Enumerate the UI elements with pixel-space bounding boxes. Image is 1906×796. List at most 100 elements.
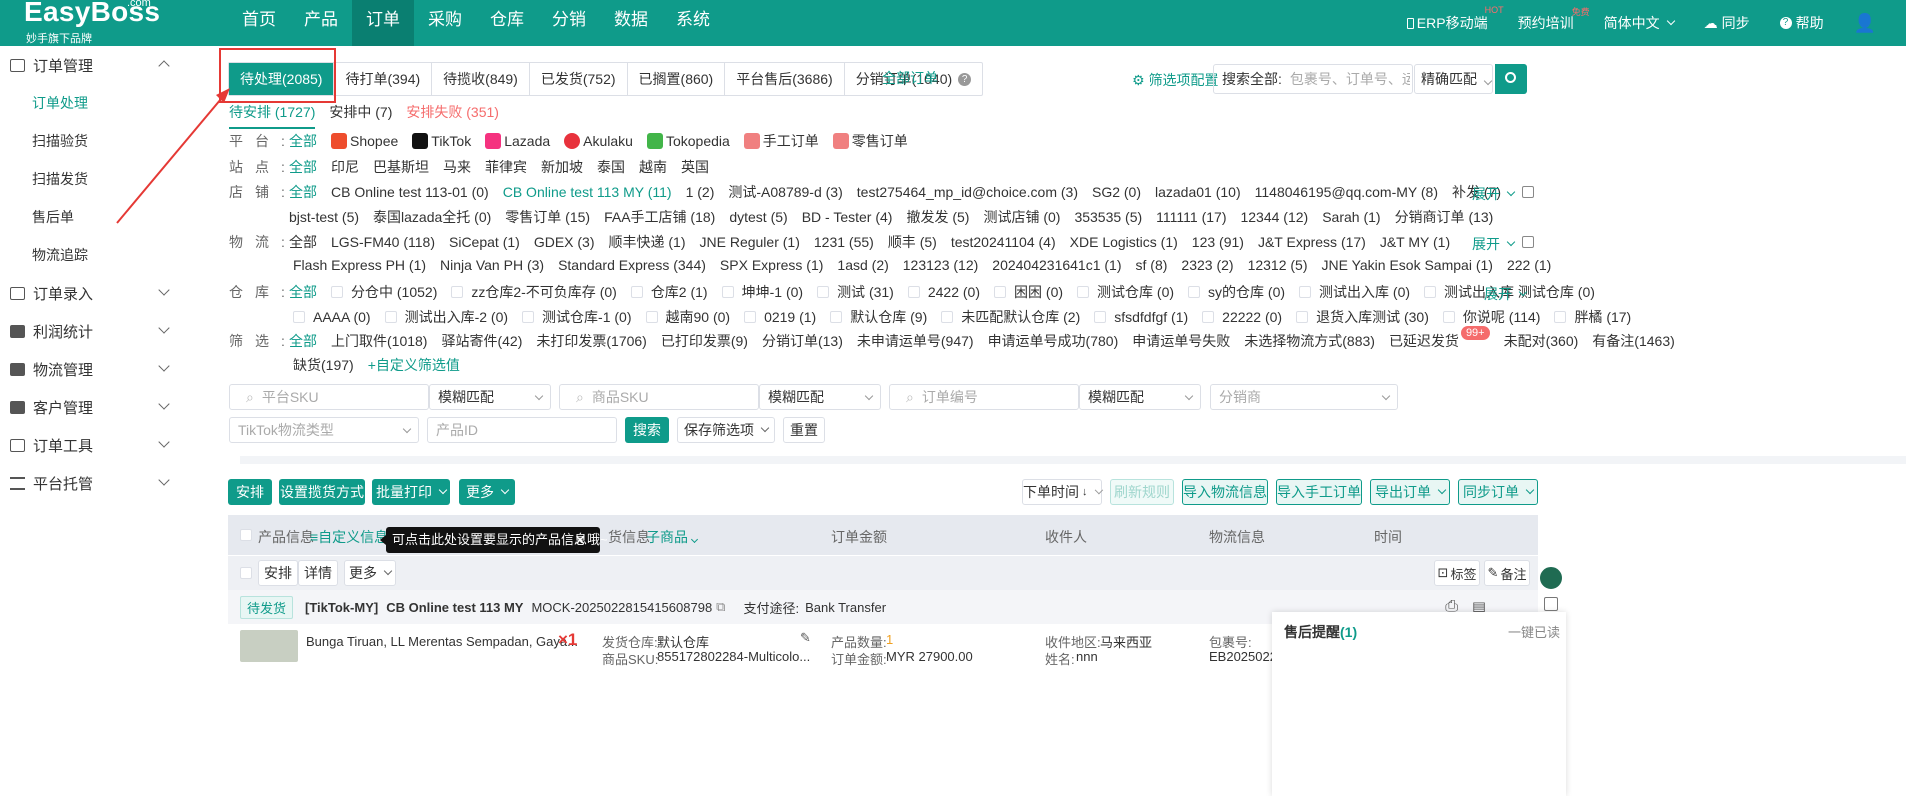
screen-item[interactable]: 申请运单号成功(780) bbox=[988, 331, 1119, 351]
screen-item[interactable]: 已打印发票(9) bbox=[661, 331, 748, 351]
row-more-button[interactable]: 更多 bbox=[344, 560, 396, 586]
shop-item[interactable]: Sarah (1) bbox=[1322, 209, 1380, 225]
order-time-sort[interactable]: 下单时间 ↓ bbox=[1022, 479, 1103, 505]
site-item[interactable]: 新加坡 bbox=[541, 157, 583, 177]
subtab-arrange-failed[interactable]: 安排失败 (351) bbox=[406, 102, 499, 129]
shop-item[interactable]: dytest (5) bbox=[729, 209, 787, 225]
sync-link[interactable]: ☁ 同步 bbox=[1704, 13, 1750, 33]
sidebar-group-order-tools[interactable]: 订单工具 bbox=[0, 426, 240, 464]
platform-sku-input[interactable]: ⌕ 平台SKU bbox=[229, 384, 429, 410]
warehouse-item[interactable]: 你说呢 (114) bbox=[1442, 307, 1540, 327]
copy-icon[interactable]: ⧉ bbox=[716, 599, 725, 615]
shop-item[interactable]: 泰国lazada全托 (0) bbox=[373, 207, 491, 227]
logistics-item[interactable]: 顺丰快递 (1) bbox=[609, 232, 686, 252]
logistics-item[interactable]: 顺丰 (5) bbox=[888, 232, 937, 252]
tag-button[interactable]: ⊡ 标签 bbox=[1434, 560, 1480, 586]
checkbox[interactable] bbox=[1077, 286, 1090, 298]
tab-to-print[interactable]: 待打单(394) bbox=[334, 63, 433, 95]
warehouse-item[interactable]: 未匹配默认仓库 (2) bbox=[941, 307, 1080, 327]
warehouse-item[interactable]: 测试仓库-1 (0) bbox=[522, 307, 632, 327]
shop-item[interactable]: 1148046195@qq.com-MY (8) bbox=[1255, 184, 1438, 200]
platform-akulaku[interactable]: Akulaku bbox=[564, 133, 633, 149]
checkbox[interactable] bbox=[1442, 311, 1455, 323]
nav-product[interactable]: 产品 bbox=[290, 0, 352, 46]
shop-item[interactable]: FAA手工店铺 (18) bbox=[604, 207, 715, 227]
platform-tiktok[interactable]: TikTok bbox=[412, 133, 471, 149]
edit-icon[interactable]: ✎ bbox=[800, 630, 811, 646]
site-item[interactable]: 泰国 bbox=[597, 157, 625, 177]
tab-shipped[interactable]: 已发货(752) bbox=[530, 63, 628, 95]
subtab-arranging[interactable]: 安排中 (7) bbox=[329, 102, 392, 129]
checkbox[interactable] bbox=[1188, 286, 1201, 298]
order-no-match-select[interactable]: 模糊匹配 bbox=[1079, 384, 1201, 410]
sidebar-item-order-processing[interactable]: 订单处理 bbox=[0, 84, 240, 122]
filter-search-button[interactable]: 搜索 bbox=[625, 417, 669, 443]
select-all-checkbox[interactable] bbox=[240, 529, 252, 541]
import-logistics-button[interactable]: 导入物流信息 bbox=[1182, 479, 1268, 505]
platform-all[interactable]: 全部 bbox=[289, 131, 317, 151]
screen-item[interactable]: 申请运单号失败 bbox=[1132, 331, 1230, 351]
platform-sku-match-select[interactable]: 模糊匹配 bbox=[429, 384, 551, 410]
platform-manual[interactable]: 手工订单 bbox=[743, 131, 819, 151]
help-link[interactable]: ? 帮助 bbox=[1779, 13, 1824, 33]
sidebar-group-logistics[interactable]: 物流管理 bbox=[0, 350, 240, 388]
order-no-input[interactable]: ⌕ 订单编号 bbox=[889, 384, 1079, 410]
more-button[interactable]: 更多 bbox=[459, 479, 515, 505]
nav-system[interactable]: 系统 bbox=[662, 0, 724, 46]
tiktok-logistics-type-select[interactable]: TikTok物流类型 bbox=[229, 417, 419, 443]
shop-item[interactable]: 分销商订单 (13) bbox=[1395, 207, 1494, 227]
tab-on-hold[interactable]: 已搁置(860) bbox=[628, 63, 726, 95]
warehouse-item[interactable]: 默认仓库 (9) bbox=[830, 307, 927, 327]
order-number[interactable]: MOCK-2025022815415608798 bbox=[531, 600, 712, 615]
screen-item[interactable]: 有备注(1463) bbox=[1592, 331, 1674, 351]
shop-item[interactable]: test275464_mp_id@choice.com (3) bbox=[857, 184, 1078, 200]
shop-item[interactable]: 零售订单 (15) bbox=[505, 207, 590, 227]
screen-item[interactable]: 未打印发票(1706) bbox=[536, 331, 646, 351]
logistics-item[interactable]: 1231 (55) bbox=[814, 234, 874, 250]
sidebar-item-scan-inspect[interactable]: 扫描验货 bbox=[0, 122, 240, 160]
site-all[interactable]: 全部 bbox=[289, 157, 317, 177]
checkbox[interactable] bbox=[331, 286, 343, 298]
logistics-item[interactable]: 12312 (5) bbox=[1248, 257, 1308, 273]
nav-distribution[interactable]: 分销 bbox=[538, 0, 600, 46]
logistics-item[interactable]: sf (8) bbox=[1136, 257, 1168, 273]
logistics-item[interactable]: 222 (1) bbox=[1507, 257, 1551, 273]
logistics-config-icon[interactable] bbox=[1522, 236, 1534, 248]
warehouse-item[interactable]: 测试出入库 (0) bbox=[1299, 282, 1410, 302]
mobile-erp-link[interactable]: ERP移动端 HOT bbox=[1406, 5, 1504, 33]
product-id-input[interactable]: 产品ID bbox=[427, 417, 617, 443]
shop-item-selected[interactable]: CB Online test 113 MY (11) bbox=[503, 184, 672, 200]
assistant-avatar-icon[interactable] bbox=[1538, 565, 1564, 591]
all-orders-link[interactable]: 全部订单 bbox=[882, 68, 938, 88]
sidebar-group-customer[interactable]: 客户管理 bbox=[0, 388, 240, 426]
notebook-icon[interactable] bbox=[1544, 597, 1558, 611]
checkbox[interactable] bbox=[645, 311, 658, 323]
sync-order-button[interactable]: 同步订单 bbox=[1458, 479, 1538, 505]
shop-item[interactable]: SG2 (0) bbox=[1092, 184, 1141, 200]
logistics-item[interactable]: 1asd (2) bbox=[837, 257, 888, 273]
logistics-item[interactable]: JNE Reguler (1) bbox=[700, 234, 800, 250]
logistics-item[interactable]: J&T MY (1) bbox=[1380, 234, 1450, 250]
logistics-item[interactable]: 123 (91) bbox=[1192, 234, 1244, 250]
nav-warehouse[interactable]: 仓库 bbox=[476, 0, 538, 46]
filter-config-link[interactable]: ⚙ 筛选项配置 bbox=[1132, 70, 1219, 90]
shop-item[interactable]: 测试店铺 (0) bbox=[983, 207, 1060, 227]
sidebar-group-order-entry[interactable]: 订单录入 bbox=[0, 274, 240, 312]
nav-home[interactable]: 首页 bbox=[228, 0, 290, 46]
shop-item[interactable]: 12344 (12) bbox=[1240, 209, 1308, 225]
site-item[interactable]: 越南 bbox=[639, 157, 667, 177]
logistics-item[interactable]: J&T Express (17) bbox=[1258, 234, 1366, 250]
warehouse-item[interactable]: 0219 (1) bbox=[744, 309, 816, 325]
checkbox[interactable] bbox=[1299, 286, 1312, 298]
checkbox[interactable] bbox=[721, 286, 734, 298]
mark-all-read-link[interactable]: 一键已读 bbox=[1508, 622, 1560, 641]
checkbox[interactable] bbox=[293, 311, 305, 323]
checkbox[interactable] bbox=[630, 286, 643, 298]
checkbox[interactable] bbox=[1296, 311, 1309, 323]
platform-retail[interactable]: 零售订单 bbox=[832, 131, 908, 151]
sidebar-item-scan-ship[interactable]: 扫描发货 bbox=[0, 160, 240, 198]
warehouse-item[interactable]: sfsdfdfgf (1) bbox=[1094, 309, 1188, 325]
checkbox[interactable] bbox=[451, 286, 464, 298]
warehouse-item[interactable]: 2422 (0) bbox=[907, 284, 980, 300]
warehouse-item[interactable]: 测试 (31) bbox=[817, 282, 894, 302]
